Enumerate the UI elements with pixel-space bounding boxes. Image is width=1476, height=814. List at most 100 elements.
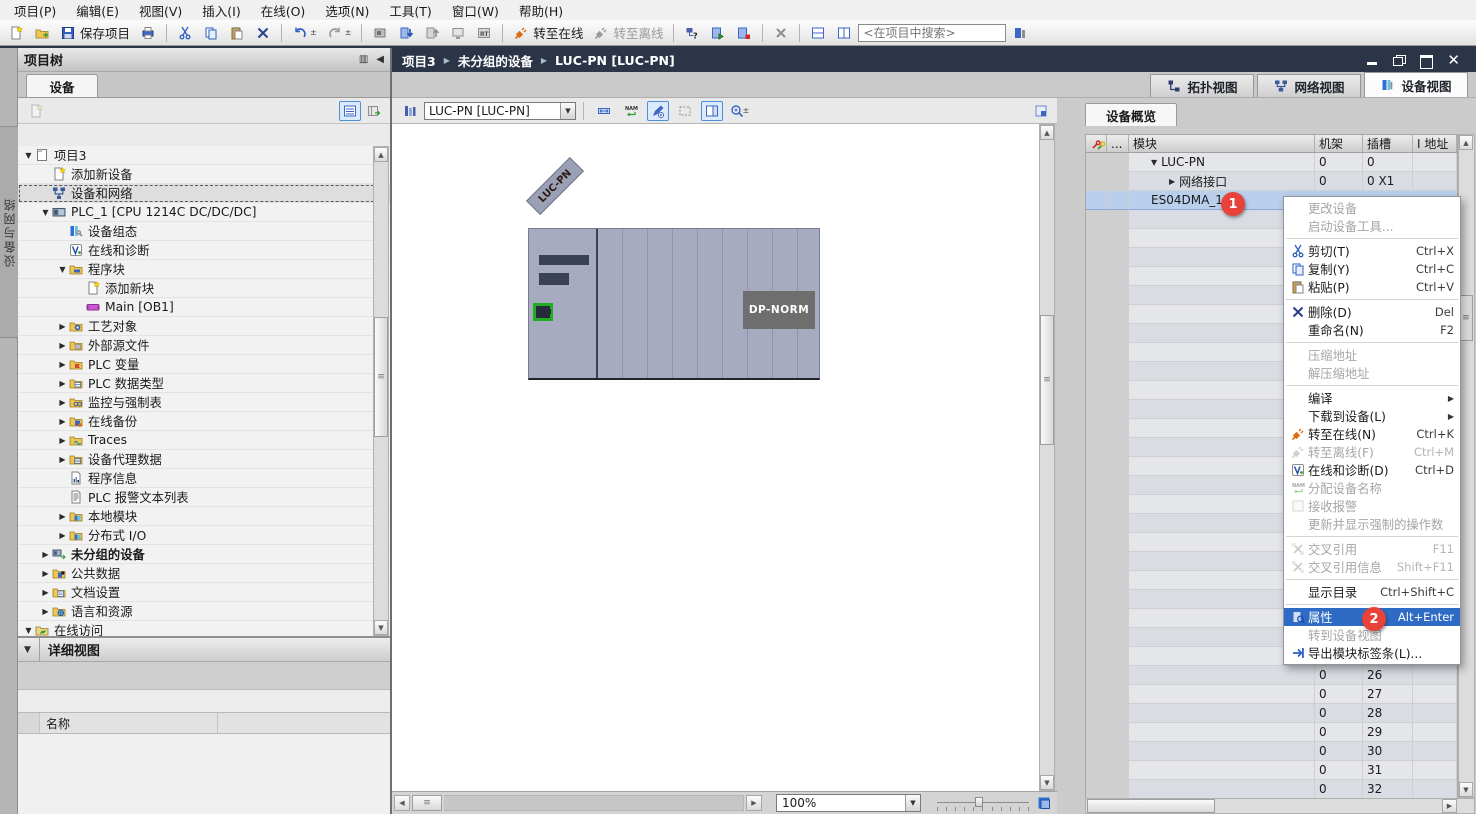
- panel-options-icon[interactable]: ▥: [359, 54, 368, 65]
- overview-horizontal-scrollbar[interactable]: ▶: [1085, 798, 1475, 814]
- context-menu-item-cut[interactable]: 剪切(T)Ctrl+X: [1284, 242, 1460, 260]
- details-name-column-header[interactable]: 名称: [40, 713, 218, 733]
- accessible-devices-button[interactable]: ?: [680, 22, 704, 44]
- tree-item-device-config[interactable]: 设备组态: [18, 222, 390, 241]
- row-icon-cell[interactable]: [1086, 742, 1107, 761]
- rack-cell[interactable]: 0: [1315, 153, 1363, 172]
- delete-button[interactable]: [251, 22, 275, 44]
- row-icon-cell[interactable]: [1086, 210, 1107, 229]
- minimize-icon[interactable]: [1366, 55, 1379, 66]
- table-row-LUC-PN[interactable]: ▼LUC-PN00: [1086, 153, 1457, 172]
- tree-item-proxy-data[interactable]: ▶设备代理数据: [18, 450, 390, 469]
- scroll-down-icon[interactable]: ▼: [1459, 782, 1473, 797]
- slot-column-header[interactable]: 插槽: [1363, 135, 1413, 152]
- row-icon-cell[interactable]: [1107, 590, 1129, 609]
- print-button[interactable]: [136, 22, 160, 44]
- device-name-flag[interactable]: LUC-PN: [526, 157, 584, 215]
- zoom-dropdown-arrow[interactable]: ±: [743, 106, 750, 115]
- row-icon-cell[interactable]: [1086, 438, 1107, 457]
- tree-item-local-modules[interactable]: ▶本地模块: [18, 507, 390, 526]
- tab-device-overview[interactable]: 设备概览: [1085, 103, 1177, 126]
- expander-closed-icon[interactable]: ▶: [57, 379, 68, 388]
- module-cell[interactable]: [1129, 742, 1315, 761]
- module-column-header[interactable]: 模块: [1129, 135, 1315, 152]
- page-setup-button[interactable]: [1030, 101, 1052, 121]
- tree-item-program-info[interactable]: 程序信息: [18, 469, 390, 488]
- module-cell[interactable]: [1129, 704, 1315, 723]
- row-icon-cell[interactable]: [1086, 514, 1107, 533]
- address-cell[interactable]: [1413, 723, 1457, 742]
- row-icon-cell[interactable]: [1086, 761, 1107, 780]
- rack-cell[interactable]: 0: [1315, 666, 1363, 685]
- tree-item-online-backups[interactable]: ▶在线备份: [18, 412, 390, 431]
- tree-item-online-access[interactable]: ▼在线访问: [18, 621, 390, 636]
- breadcrumb-project[interactable]: 项目3: [402, 51, 436, 70]
- show-device-button[interactable]: [446, 22, 470, 44]
- row-icon-cell[interactable]: [1107, 495, 1129, 514]
- expander-closed-icon[interactable]: ▶: [40, 607, 51, 616]
- tree-item-plc[interactable]: ▼PLC_1 [CPU 1214C DC/DC/DC]: [18, 203, 390, 222]
- rack-cell[interactable]: 0: [1315, 172, 1363, 191]
- row-icon-cell[interactable]: [1107, 286, 1129, 305]
- row-icon-cell[interactable]: [1086, 457, 1107, 476]
- scroll-down-icon[interactable]: ▼: [374, 620, 388, 635]
- chevron-down-icon[interactable]: ▼: [24, 638, 40, 661]
- address-cell[interactable]: [1413, 704, 1457, 723]
- row-icon-cell[interactable]: [1107, 400, 1129, 419]
- module-cell[interactable]: [1129, 723, 1315, 742]
- close-icon[interactable]: ✕: [1447, 55, 1460, 66]
- row-icon-cell[interactable]: [1107, 362, 1129, 381]
- assign-name-button[interactable]: NAME: [620, 101, 642, 121]
- tree-item-external-sources[interactable]: ▶外部源文件: [18, 336, 390, 355]
- row-icon-cell[interactable]: [1086, 685, 1107, 704]
- row-icon-cell[interactable]: [1086, 267, 1107, 286]
- scroll-up-icon[interactable]: ▲: [374, 147, 388, 162]
- menu-item-2[interactable]: 视图(V): [129, 0, 192, 22]
- stop-simulation-button[interactable]: [732, 22, 756, 44]
- slot-cell[interactable]: 0: [1363, 153, 1413, 172]
- collapse-panel-icon[interactable]: ◀: [376, 54, 384, 65]
- tree-item-distributed-io[interactable]: ▶分布式 I/O: [18, 526, 390, 545]
- new-project-button[interactable]: [4, 22, 28, 44]
- menu-item-1[interactable]: 编辑(E): [66, 0, 129, 22]
- tab-devices[interactable]: 设备: [26, 74, 98, 97]
- row-icon-cell[interactable]: [1086, 400, 1107, 419]
- tree-column-button[interactable]: [363, 101, 385, 121]
- cross-reference-button[interactable]: [769, 22, 793, 44]
- zoom-level-select[interactable]: 100% ▼: [776, 794, 921, 812]
- save-project-button[interactable]: 保存项目: [56, 22, 134, 44]
- scrollbar-thumb[interactable]: ≡: [1459, 295, 1473, 341]
- row-icon-cell[interactable]: [1107, 419, 1129, 438]
- expander-closed-icon[interactable]: ▶: [1169, 177, 1175, 186]
- row-icon-cell[interactable]: [1107, 514, 1129, 533]
- device-slot-area[interactable]: DP-NORM: [598, 229, 819, 378]
- row-icon-cell[interactable]: [1086, 647, 1107, 666]
- expander-closed-icon[interactable]: ▶: [57, 455, 68, 464]
- split-vertical-button[interactable]: [832, 22, 856, 44]
- menu-item-6[interactable]: 工具(T): [379, 0, 441, 22]
- go-online-button[interactable]: 转至在线: [509, 22, 587, 44]
- row-icon-cell[interactable]: [1086, 305, 1107, 324]
- context-menu-item-paste[interactable]: 粘贴(P)Ctrl+V: [1284, 278, 1460, 296]
- tree-item-devices-networks[interactable]: 设备和网络: [18, 184, 390, 203]
- row-icon-cell[interactable]: [1086, 381, 1107, 400]
- expander-closed-icon[interactable]: ▶: [57, 531, 68, 540]
- table-row-slot-30[interactable]: 030: [1086, 742, 1457, 761]
- dp-norm-module[interactable]: DP-NORM: [743, 291, 815, 329]
- scroll-right-icon[interactable]: ▶: [746, 795, 762, 811]
- row-icon-cell[interactable]: [1107, 685, 1129, 704]
- expander-closed-icon[interactable]: ▶: [57, 436, 68, 445]
- tree-item-doc-settings[interactable]: ▶文档设置: [18, 583, 390, 602]
- row-icon-cell[interactable]: [1086, 780, 1107, 799]
- diagnostics-column-header[interactable]: [1086, 135, 1107, 152]
- redo-button[interactable]: ±: [323, 22, 356, 44]
- table-row-slot-26[interactable]: 026: [1086, 666, 1457, 685]
- context-menu-item-online-diag[interactable]: 在线和诊断(D)Ctrl+D: [1284, 461, 1460, 479]
- module-cell[interactable]: [1129, 685, 1315, 704]
- start-simulation-button[interactable]: [706, 22, 730, 44]
- zoom-slider[interactable]: [937, 795, 1029, 811]
- menu-item-5[interactable]: 选项(N): [315, 0, 379, 22]
- menu-item-3[interactable]: 插入(I): [192, 0, 250, 22]
- row-icon-cell[interactable]: [1086, 628, 1107, 647]
- module-cell[interactable]: [1129, 761, 1315, 780]
